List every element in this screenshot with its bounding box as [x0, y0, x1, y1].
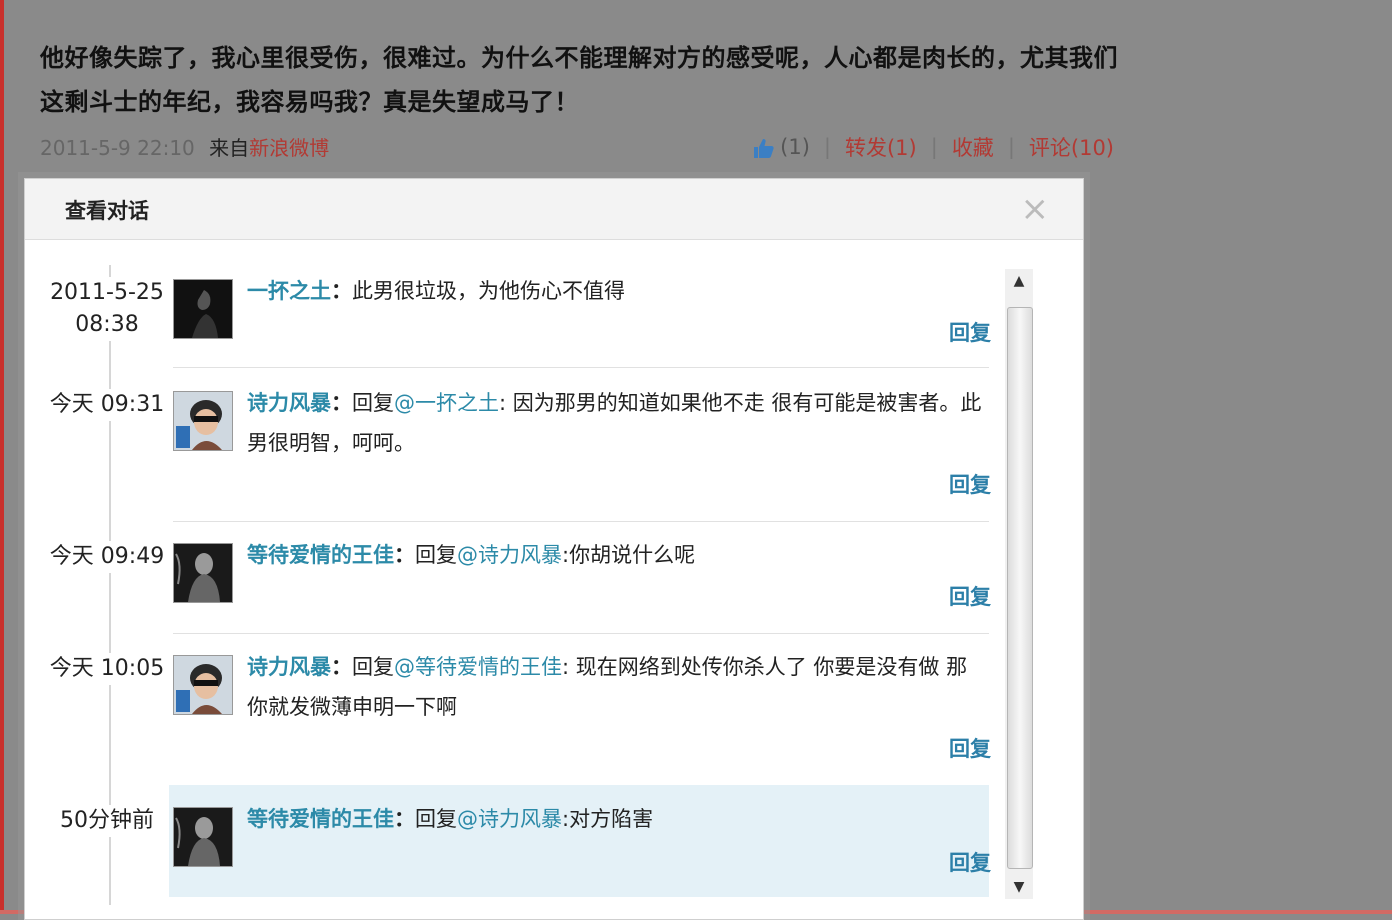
favorite-link[interactable]: 收藏: [952, 132, 994, 162]
message-body: 诗力风暴：回复@等待爱情的王佳: 现在网络到处传你杀人了 你要是没有做 那你就发…: [247, 647, 983, 727]
message-colon: ：: [331, 279, 352, 303]
reply-button[interactable]: 回复: [949, 317, 991, 347]
message-prefix: 回复: [352, 391, 394, 415]
close-icon[interactable]: ×: [1021, 189, 1050, 229]
message-colon: ：: [331, 655, 352, 679]
post-text: 他好像失踪了，我心里很受伤，很难过。为什么不能理解对方的感受呢，人心都是肉长的，…: [40, 44, 1118, 116]
message-user-link[interactable]: 一抔之土: [247, 279, 331, 303]
separator: |: [823, 135, 831, 159]
scroll-up-icon[interactable]: ▲: [1005, 269, 1033, 293]
message-prefix: 回复: [352, 655, 394, 679]
message-body: 一抔之土：此男很垃圾，为他伤心不值得: [247, 271, 983, 311]
message-colon: ：: [394, 807, 415, 831]
separator: |: [930, 135, 938, 159]
message-user-link[interactable]: 诗力风暴: [247, 391, 331, 415]
avatar[interactable]: [173, 543, 233, 603]
message-mention-link[interactable]: @诗力风暴: [457, 807, 562, 831]
repost-link[interactable]: 转发(1): [845, 132, 917, 162]
reply-button[interactable]: 回复: [949, 469, 991, 499]
like-button[interactable]: (1): [752, 135, 810, 159]
message-user-link[interactable]: 诗力风暴: [247, 655, 331, 679]
conversation-dialog: 查看对话 × 2011-5-25 08:38 一抔之土：此男很垃圾，为他伤心不值…: [24, 178, 1084, 920]
avatar[interactable]: [173, 807, 233, 867]
avatar[interactable]: [173, 391, 233, 451]
message-mention-link[interactable]: @一抔之土: [394, 391, 499, 415]
message-prefix: 回复: [415, 807, 457, 831]
avatar-image: [174, 656, 232, 714]
message-time: 今天 09:49: [47, 541, 167, 573]
dialog-header: 查看对话 ×: [25, 179, 1083, 240]
message-colon: ：: [394, 543, 415, 567]
post-meta: 2011-5-9 22:10 来自新浪微博: [40, 132, 329, 161]
left-edge: [0, 0, 4, 914]
message-user-link[interactable]: 等待爱情的王佳: [247, 807, 394, 831]
message-body: 等待爱情的王佳：回复@诗力风暴:你胡说什么呢: [247, 535, 983, 575]
message-time: 今天 09:31: [47, 389, 167, 421]
post-source-prefix: 来自: [209, 136, 250, 160]
reply-button[interactable]: 回复: [949, 733, 991, 763]
post-actions: (1) | 转发(1) | 收藏 | 评论(10): [752, 132, 1114, 162]
message-mention-link[interactable]: @诗力风暴: [457, 543, 562, 567]
message-time: 50分钟前: [47, 805, 167, 837]
message-text: :对方陷害: [562, 807, 654, 831]
divider: [173, 633, 989, 634]
avatar[interactable]: [173, 279, 233, 339]
scroll-down-icon[interactable]: ▼: [1005, 875, 1033, 899]
message-prefix: 回复: [415, 543, 457, 567]
reply-button[interactable]: 回复: [949, 581, 991, 611]
message-time: 2011-5-25 08:38: [47, 277, 167, 341]
divider: [173, 521, 989, 522]
message-body: 等待爱情的王佳：回复@诗力风暴:对方陷害: [247, 799, 983, 839]
message-colon: ：: [331, 391, 352, 415]
thumbs-up-icon: [754, 139, 774, 158]
avatar-image: [174, 544, 232, 602]
avatar-image: [174, 280, 232, 338]
separator: |: [1007, 135, 1015, 159]
message-user-link[interactable]: 等待爱情的王佳: [247, 543, 394, 567]
message-text: 此男很垃圾，为他伤心不值得: [352, 279, 625, 303]
dialog-title: 查看对话: [65, 199, 149, 223]
avatar-image: [174, 392, 232, 450]
post-source-link[interactable]: 新浪微博: [249, 136, 329, 160]
avatar[interactable]: [173, 655, 233, 715]
message-text: :你胡说什么呢: [562, 543, 696, 567]
like-count: (1): [780, 135, 810, 159]
message-body: 诗力风暴：回复@一抔之土: 因为那男的知道如果他不走 很有可能是被害者。此男很明…: [247, 383, 983, 463]
comment-link[interactable]: 评论(10): [1029, 132, 1114, 162]
avatar-image: [174, 808, 232, 866]
scroll-thumb[interactable]: [1007, 307, 1033, 869]
divider: [173, 367, 989, 368]
scrollbar[interactable]: ▲ ▼: [1005, 269, 1033, 899]
post-time: 2011-5-9 22:10: [40, 136, 195, 160]
reply-button[interactable]: 回复: [949, 847, 991, 877]
message-mention-link[interactable]: @等待爱情的王佳: [394, 655, 562, 679]
message-time: 今天 10:05: [47, 653, 167, 685]
